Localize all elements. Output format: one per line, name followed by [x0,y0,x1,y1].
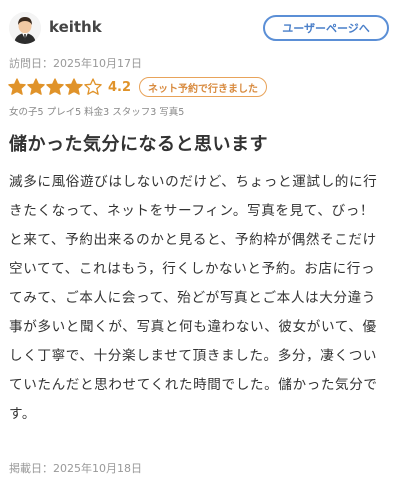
visit-date: 訪問日：2025年10月17日 [9,57,142,70]
avatar[interactable] [9,12,41,44]
review-body: 滅多に風俗遊びはしないのだけど、ちょっと運試し的に行きたくなって、ネットをサーフ… [9,174,378,422]
rating-score: 4.2 [108,79,132,95]
star-empty-icon [84,78,102,95]
avatar-person-icon [9,12,41,44]
user-page-button[interactable]: ユーザーページへ [263,15,389,41]
star-filled-icon [65,78,83,95]
star-filled-icon [8,78,26,95]
net-reservation-badge: ネット予約で行きました [139,77,268,97]
review-header: keithk ユーザーページへ [9,10,391,48]
review-title: 儲かった気分になると思います [9,134,268,155]
star-rating [8,78,103,96]
rating-row: 4.2 ネット予約で行きました [8,76,268,98]
reviewer-name[interactable]: keithk [49,18,102,36]
subscores: 女の子5 プレイ5 料金3 スタッフ3 写真5 [9,107,185,118]
star-filled-icon [27,78,45,95]
star-filled-icon [46,78,64,95]
post-date: 掲載日：2025年10月18日 [9,462,142,475]
